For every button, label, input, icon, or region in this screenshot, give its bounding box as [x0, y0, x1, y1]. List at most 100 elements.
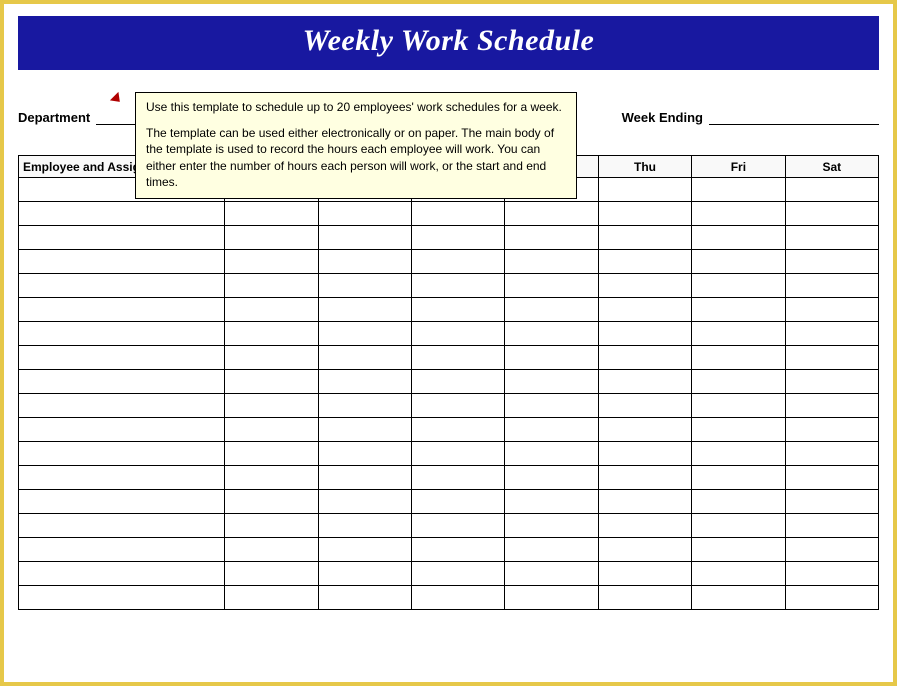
hours-cell[interactable] — [225, 466, 318, 490]
hours-cell[interactable] — [225, 538, 318, 562]
hours-cell[interactable] — [505, 226, 598, 250]
hours-cell[interactable] — [318, 586, 411, 610]
hours-cell[interactable] — [785, 394, 878, 418]
hours-cell[interactable] — [505, 442, 598, 466]
hours-cell[interactable] — [692, 346, 785, 370]
hours-cell[interactable] — [598, 490, 691, 514]
hours-cell[interactable] — [785, 586, 878, 610]
hours-cell[interactable] — [412, 490, 505, 514]
hours-cell[interactable] — [412, 562, 505, 586]
hours-cell[interactable] — [692, 322, 785, 346]
hours-cell[interactable] — [598, 370, 691, 394]
hours-cell[interactable] — [785, 466, 878, 490]
hours-cell[interactable] — [318, 562, 411, 586]
hours-cell[interactable] — [785, 226, 878, 250]
hours-cell[interactable] — [225, 514, 318, 538]
hours-cell[interactable] — [412, 298, 505, 322]
hours-cell[interactable] — [785, 538, 878, 562]
hours-cell[interactable] — [505, 202, 598, 226]
hours-cell[interactable] — [785, 418, 878, 442]
hours-cell[interactable] — [692, 514, 785, 538]
hours-cell[interactable] — [318, 442, 411, 466]
hours-cell[interactable] — [598, 202, 691, 226]
employee-cell[interactable] — [19, 322, 225, 346]
hours-cell[interactable] — [318, 202, 411, 226]
hours-cell[interactable] — [598, 586, 691, 610]
hours-cell[interactable] — [412, 346, 505, 370]
hours-cell[interactable] — [598, 514, 691, 538]
hours-cell[interactable] — [598, 538, 691, 562]
hours-cell[interactable] — [692, 394, 785, 418]
hours-cell[interactable] — [598, 250, 691, 274]
employee-cell[interactable] — [19, 562, 225, 586]
hours-cell[interactable] — [225, 418, 318, 442]
hours-cell[interactable] — [225, 586, 318, 610]
hours-cell[interactable] — [225, 490, 318, 514]
hours-cell[interactable] — [225, 298, 318, 322]
hours-cell[interactable] — [412, 394, 505, 418]
week-ending-field[interactable] — [709, 111, 879, 125]
employee-cell[interactable] — [19, 298, 225, 322]
hours-cell[interactable] — [692, 586, 785, 610]
hours-cell[interactable] — [692, 418, 785, 442]
employee-cell[interactable] — [19, 490, 225, 514]
hours-cell[interactable] — [785, 490, 878, 514]
hours-cell[interactable] — [598, 346, 691, 370]
hours-cell[interactable] — [225, 562, 318, 586]
hours-cell[interactable] — [412, 514, 505, 538]
hours-cell[interactable] — [785, 274, 878, 298]
employee-cell[interactable] — [19, 226, 225, 250]
hours-cell[interactable] — [692, 466, 785, 490]
employee-cell[interactable] — [19, 466, 225, 490]
hours-cell[interactable] — [785, 250, 878, 274]
hours-cell[interactable] — [692, 562, 785, 586]
hours-cell[interactable] — [785, 370, 878, 394]
hours-cell[interactable] — [318, 226, 411, 250]
hours-cell[interactable] — [692, 226, 785, 250]
hours-cell[interactable] — [692, 442, 785, 466]
employee-cell[interactable] — [19, 538, 225, 562]
hours-cell[interactable] — [598, 226, 691, 250]
hours-cell[interactable] — [412, 466, 505, 490]
employee-cell[interactable] — [19, 442, 225, 466]
hours-cell[interactable] — [225, 322, 318, 346]
hours-cell[interactable] — [318, 250, 411, 274]
hours-cell[interactable] — [692, 538, 785, 562]
hours-cell[interactable] — [318, 370, 411, 394]
hours-cell[interactable] — [318, 418, 411, 442]
employee-cell[interactable] — [19, 586, 225, 610]
hours-cell[interactable] — [412, 202, 505, 226]
hours-cell[interactable] — [225, 346, 318, 370]
hours-cell[interactable] — [318, 514, 411, 538]
hours-cell[interactable] — [412, 274, 505, 298]
hours-cell[interactable] — [692, 298, 785, 322]
hours-cell[interactable] — [505, 394, 598, 418]
hours-cell[interactable] — [318, 490, 411, 514]
hours-cell[interactable] — [505, 370, 598, 394]
hours-cell[interactable] — [505, 250, 598, 274]
hours-cell[interactable] — [318, 322, 411, 346]
hours-cell[interactable] — [225, 250, 318, 274]
hours-cell[interactable] — [785, 298, 878, 322]
hours-cell[interactable] — [785, 322, 878, 346]
hours-cell[interactable] — [785, 514, 878, 538]
hours-cell[interactable] — [505, 322, 598, 346]
hours-cell[interactable] — [505, 418, 598, 442]
employee-cell[interactable] — [19, 250, 225, 274]
hours-cell[interactable] — [318, 274, 411, 298]
hours-cell[interactable] — [692, 490, 785, 514]
hours-cell[interactable] — [225, 226, 318, 250]
hours-cell[interactable] — [505, 538, 598, 562]
hours-cell[interactable] — [412, 322, 505, 346]
hours-cell[interactable] — [505, 466, 598, 490]
hours-cell[interactable] — [412, 226, 505, 250]
hours-cell[interactable] — [598, 466, 691, 490]
hours-cell[interactable] — [692, 178, 785, 202]
hours-cell[interactable] — [318, 346, 411, 370]
hours-cell[interactable] — [505, 298, 598, 322]
employee-cell[interactable] — [19, 514, 225, 538]
hours-cell[interactable] — [598, 442, 691, 466]
employee-cell[interactable] — [19, 202, 225, 226]
hours-cell[interactable] — [505, 586, 598, 610]
hours-cell[interactable] — [225, 394, 318, 418]
